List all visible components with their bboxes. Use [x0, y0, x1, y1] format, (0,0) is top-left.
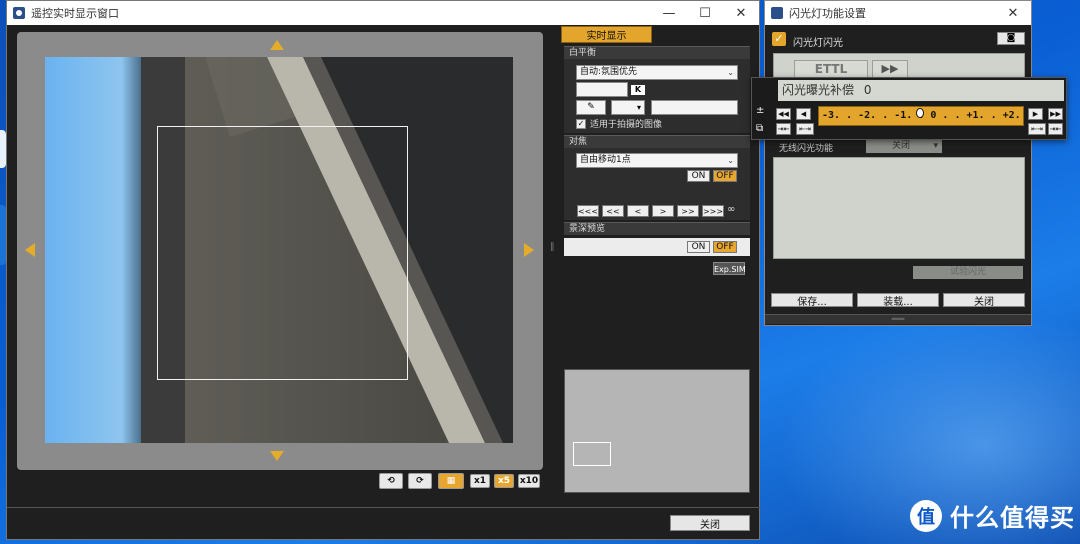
window-title: 闪光灯功能设置	[789, 7, 866, 20]
high-speed-sync-icon[interactable]: ▶▶	[872, 60, 908, 78]
chevron-down-icon: ⌄	[727, 156, 734, 165]
resize-grip[interactable]: ═══	[765, 314, 1031, 324]
zoom-x10-button[interactable]: x10	[518, 474, 540, 488]
pan-up-arrow-icon[interactable]	[270, 40, 284, 50]
kelvin-input[interactable]	[576, 82, 628, 97]
white-balance-select[interactable]: 自动:氛围优先 ⌄	[576, 65, 738, 80]
close-window-button[interactable]: ✕	[995, 1, 1031, 25]
live-view-button[interactable]: 实时显示	[561, 26, 652, 43]
zoom-x5-button[interactable]: x5	[494, 474, 514, 488]
pan-down-arrow-icon[interactable]	[270, 451, 284, 461]
focus-far-2-button[interactable]: <<	[602, 205, 624, 217]
minimize-button[interactable]: —	[651, 1, 687, 25]
flash-fire-checkbox[interactable]: ✓	[772, 32, 786, 46]
step-back-fast-button[interactable]: ◀◀	[776, 108, 791, 120]
kelvin-label: K	[631, 85, 645, 95]
save-button[interactable]: 保存...	[771, 293, 853, 308]
exposure-sim-badge: Exp.SIM	[713, 262, 746, 275]
step-forward-button[interactable]: ▶	[1028, 108, 1043, 120]
flash-fire-label: 闪光灯闪光	[793, 38, 843, 49]
footer-divider	[7, 507, 761, 508]
load-button[interactable]: 装载...	[857, 293, 939, 308]
test-flash-button[interactable]: 试验闪光	[913, 266, 1023, 279]
eyedropper-button[interactable]: ✎	[576, 100, 606, 115]
bracket-max-button[interactable]: ⇥⇤	[1048, 123, 1063, 135]
navigator-frame[interactable]	[573, 442, 611, 466]
flash-exposure-comp-popup: ± ⧉ 闪光曝光补偿 0 ◀◀ ◀ ⇥⇤ ⇤⇥ -3. . -2. . -1. …	[751, 77, 1067, 140]
af-mode-select[interactable]: 自由移动1点 ⌄	[576, 153, 738, 168]
close-button[interactable]: 关闭	[670, 515, 750, 531]
wireless-settings-panel	[773, 157, 1025, 259]
white-balance-value: 自动:氛围优先	[580, 67, 638, 77]
step-back-button[interactable]: ◀	[796, 108, 811, 120]
camera-icon[interactable]: ◙	[997, 32, 1025, 45]
splitter-handle[interactable]: ‖	[550, 242, 555, 252]
af-frame[interactable]	[157, 126, 408, 380]
live-view-window: 遥控实时显示窗口 — ☐ ✕ ⟲ ⟳ ▦ x1 x5 x10 实时显示 白平衡 …	[6, 0, 761, 540]
bracket-wide-button[interactable]: ⇤⇥	[796, 123, 814, 135]
eyedropper-icon: ✎	[587, 102, 595, 112]
af-mode-value: 自由移动1点	[580, 155, 631, 165]
zoom-x1-button[interactable]: x1	[470, 474, 490, 488]
rotate-left-button[interactable]: ⟲	[379, 473, 403, 489]
app-icon	[771, 7, 783, 19]
close-window-button[interactable]: ✕	[723, 1, 759, 25]
wb-value-field[interactable]	[651, 100, 738, 115]
close-button[interactable]: 关闭	[943, 293, 1025, 308]
grid-icon[interactable]: ▦	[438, 473, 464, 489]
pan-left-arrow-icon[interactable]	[25, 243, 35, 257]
dof-off-button[interactable]: OFF	[713, 241, 737, 253]
caret-down-icon: ▾	[933, 141, 938, 151]
wireless-value: 关闭	[892, 141, 911, 151]
titlebar: 闪光灯功能设置 ✕	[765, 1, 1031, 25]
focus-far-1-button[interactable]: <	[627, 205, 649, 217]
pan-right-arrow-icon[interactable]	[524, 243, 534, 257]
chevron-down-icon: ⌄	[727, 68, 734, 77]
exposure-marker[interactable]	[916, 108, 924, 118]
exposure-comp-icon: ±	[756, 105, 765, 116]
bracket-narrow-button[interactable]: ⇥⇤	[776, 123, 791, 135]
bracket-expand-button[interactable]: ⇤⇥	[1028, 123, 1046, 135]
ettl-mode-button[interactable]: ETTL	[794, 60, 868, 78]
watermark-text: 什么值得买	[950, 504, 1075, 532]
exposure-comp-label: 闪光曝光补偿	[782, 83, 855, 97]
navigator-panel[interactable]	[564, 369, 750, 493]
focus-near-1-button[interactable]: >	[652, 205, 674, 217]
exposure-comp-readout: 闪光曝光补偿 0	[778, 80, 1064, 101]
apply-checkbox-label: 适用于拍摄的图像	[590, 120, 663, 130]
rotate-right-button[interactable]: ⟳	[408, 473, 432, 489]
live-view-area	[17, 32, 543, 470]
focus-far-3-button[interactable]: <<<	[577, 205, 599, 217]
wireless-label: 无线闪光功能	[779, 144, 834, 154]
focus-near-3-button[interactable]: >>>	[702, 205, 724, 217]
maximize-button[interactable]: ☐	[687, 1, 723, 25]
dof-preview-header: 景深预览	[564, 222, 750, 235]
titlebar: 遥控实时显示窗口 — ☐ ✕	[7, 1, 759, 25]
caret-down-icon: ▾	[636, 103, 641, 112]
window-title: 遥控实时显示窗口	[31, 7, 119, 20]
infinity-icon: ∞	[727, 204, 736, 215]
live-view-image[interactable]	[45, 57, 513, 443]
exposure-comp-value: 0	[863, 83, 872, 97]
watermark-circle: 值	[910, 499, 942, 532]
white-balance-header: 白平衡	[564, 46, 750, 59]
app-icon	[13, 7, 25, 19]
apply-checkbox[interactable]: ✓	[576, 119, 586, 129]
watermark-logo: 值 什么值得买	[910, 498, 1075, 533]
focus-near-2-button[interactable]: >>	[677, 205, 699, 217]
step-forward-fast-button[interactable]: ▶▶	[1048, 108, 1063, 120]
flash-settings-window: 闪光灯功能设置 ✕ ✓ 闪光灯闪光 ◙ ETTL ▶▶ 无线闪光功能 关闭 ▾ …	[764, 0, 1032, 326]
focus-off-button[interactable]: OFF	[713, 170, 737, 182]
dof-on-button[interactable]: ON	[687, 241, 710, 253]
wireless-select[interactable]: 关闭 ▾	[866, 140, 942, 153]
focus-on-button[interactable]: ON	[687, 170, 710, 182]
focus-header: 对焦	[564, 135, 750, 148]
bracket-icon: ⧉	[756, 123, 764, 134]
wb-shift-select[interactable]: ▾	[611, 100, 645, 115]
